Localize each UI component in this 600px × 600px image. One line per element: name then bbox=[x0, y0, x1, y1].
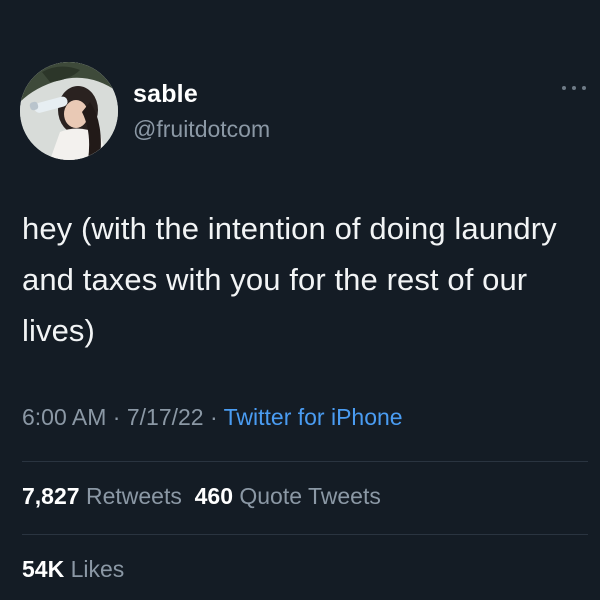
retweets-count: 7,827 bbox=[22, 483, 80, 509]
author-avatar[interactable] bbox=[20, 62, 118, 160]
quote-tweets-count: 460 bbox=[194, 483, 233, 509]
tweet-client-link[interactable]: Twitter for iPhone bbox=[224, 404, 403, 430]
more-dot bbox=[572, 86, 576, 90]
retweets-stat[interactable]: 7,827 Retweets bbox=[22, 483, 182, 509]
avatar-photo-icon bbox=[20, 62, 118, 160]
divider bbox=[22, 534, 588, 535]
likes-stat[interactable]: 54K Likes bbox=[22, 556, 124, 583]
engagement-stats: 7,827 Retweets 460 Quote Tweets bbox=[22, 483, 381, 510]
tweet-meta: 6:00 AM · 7/17/22 · Twitter for iPhone bbox=[22, 404, 403, 431]
quote-tweets-stat[interactable]: 460 Quote Tweets bbox=[195, 483, 381, 509]
retweets-label: Retweets bbox=[85, 483, 182, 509]
likes-label: Likes bbox=[70, 556, 125, 582]
tweet-text: hey (with the intention of doing laundry… bbox=[22, 211, 557, 348]
more-horizontal-icon[interactable] bbox=[562, 80, 586, 96]
tweet-date[interactable]: 7/17/22 bbox=[127, 404, 204, 430]
author-name[interactable]: sable bbox=[133, 80, 198, 109]
meta-separator: · bbox=[106, 404, 127, 430]
quote-tweets-label: Quote Tweets bbox=[239, 483, 381, 509]
meta-separator: · bbox=[203, 404, 224, 430]
tweet-card: sable @fruitdotcom hey (with the intenti… bbox=[0, 0, 600, 600]
divider bbox=[22, 461, 588, 462]
more-dot bbox=[582, 86, 586, 90]
more-dot bbox=[562, 86, 566, 90]
likes-count: 54K bbox=[22, 556, 65, 582]
author-handle[interactable]: @fruitdotcom bbox=[133, 116, 270, 143]
tweet-time[interactable]: 6:00 AM bbox=[22, 404, 106, 430]
